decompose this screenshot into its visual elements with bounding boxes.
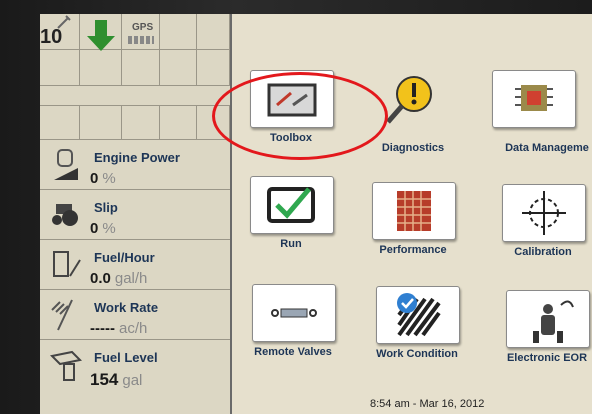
gps-cell[interactable]: GPS [122,14,160,50]
fuel-hour-readout[interactable]: Fuel/Hour 0.0 gal/h [40,240,230,290]
performance-icon[interactable] [372,182,456,240]
signal-cell[interactable]: 10 [40,14,80,50]
monitor-frame: 10 GPS Engine Power 0 % Slip 0 % Fuel/Ho… [0,0,592,414]
work-condition-tile[interactable]: Work Condition [362,286,472,372]
slip-unit: % [102,220,116,237]
run-label: Run [280,238,302,250]
electronic-eor-icon[interactable] [506,290,590,348]
status-panel: 10 GPS Engine Power 0 % Slip 0 % Fuel/Ho… [40,14,230,414]
empty-cell[interactable] [40,50,80,86]
engine-power-icon [54,149,78,180]
empty-cell[interactable] [160,106,197,140]
data-management-icon[interactable] [492,70,576,128]
empty-cell[interactable] [122,106,160,140]
fuel-level-value: 154 gal [90,370,142,390]
fuel-level-readout[interactable]: Fuel Level 154 gal [40,340,230,414]
panel-separator [40,86,230,106]
work-rate-number: ----- [90,320,115,337]
electronic-eor-label: Electronic EOR [506,352,588,364]
arrow-cell[interactable] [80,14,122,51]
engine-power-readout[interactable]: Engine Power 0% [40,140,230,190]
work-rate-unit: ac/h [118,320,148,337]
fuel-hour-label: Fuel/Hour [94,250,155,265]
remote-valves-tile[interactable]: Remote Valves [238,284,348,370]
down-arrow-icon [87,20,115,51]
gps-signal-icon [128,36,154,44]
display-screen: 10 GPS Engine Power 0 % Slip 0 % Fuel/Ho… [40,14,592,414]
work-rate-readout[interactable]: Work Rate ----- ac/h [40,290,230,340]
remote-valves-label: Remote Valves [254,346,332,358]
empty-cell[interactable] [160,50,197,86]
performance-tile[interactable]: Performance [358,182,468,268]
gps-label: GPS [132,22,154,33]
empty-cell[interactable] [197,50,230,86]
slip-readout[interactable]: Slip 0% [40,190,230,240]
highlight-circle [212,72,388,160]
run-tile[interactable]: Run [236,176,346,262]
work-condition-label: Work Condition [376,348,458,360]
calibration-icon[interactable] [502,184,586,242]
slip-label: Slip [94,200,118,215]
electronic-eor-tile[interactable]: Electronic EOR [492,290,592,376]
calibration-tile[interactable]: Calibration [488,184,592,270]
engine-power-number: 0 [90,170,99,187]
work-rate-value: ----- ac/h [90,320,147,337]
empty-cell[interactable] [160,14,197,50]
shortcut-row-bottom [40,106,230,140]
engine-power-label: Engine Power [94,150,180,165]
tractor-slip-icon [52,204,78,226]
slip-number: 0 [90,220,99,237]
fuel-level-label: Fuel Level [94,350,158,365]
fuel-hour-number: 0.0 [90,270,111,287]
fuel-hour-value: 0.0 gal/h [90,270,147,287]
fuel-hour-unit: gal/h [114,270,148,287]
status-datetime: 8:54 am - Mar 16, 2012 [370,398,485,410]
engine-power-value: 0% [90,170,116,187]
engine-power-unit: % [102,170,116,187]
data-management-tile[interactable]: Data Manageme [478,70,589,156]
signal-value: 10 [40,26,63,48]
empty-cell[interactable] [122,50,160,86]
fuel-level-icon [50,350,82,381]
empty-cell[interactable] [40,106,80,140]
calibration-label: Calibration [514,246,572,258]
performance-label: Performance [379,244,447,256]
fuel-level-number: 154 [90,370,119,389]
remote-valves-icon[interactable] [252,284,336,342]
slip-value: 0% [90,220,116,237]
shortcut-row-middle [40,50,230,86]
empty-cell[interactable] [197,14,230,50]
empty-cell[interactable] [80,106,122,140]
empty-cell[interactable] [80,50,122,86]
work-rate-label: Work Rate [94,300,159,315]
fuel-pump-clock-icon [53,251,81,277]
work-rate-icon [51,299,73,331]
fuel-level-unit: gal [122,372,143,389]
data-management-label: Data Manageme [505,142,589,154]
run-icon[interactable] [250,176,334,234]
shortcut-row-top: 10 GPS [40,14,230,51]
work-condition-icon[interactable] [376,286,460,344]
